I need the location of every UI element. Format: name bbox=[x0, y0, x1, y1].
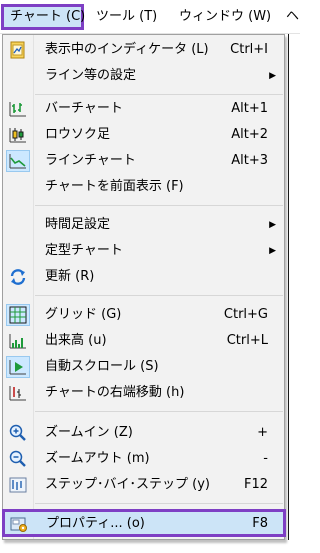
submenu-arrow-icon: ▶ bbox=[269, 71, 276, 81]
submenu-arrow-icon: ▶ bbox=[269, 220, 276, 230]
menu-separator bbox=[35, 295, 283, 296]
menu-item-zoom-out[interactable]: ズームアウト (m) - bbox=[3, 446, 284, 472]
menu-item-properties[interactable]: プロパティ... (o) F8 bbox=[2, 509, 286, 537]
menu-item-label: チャートの右端移動 (h) bbox=[45, 385, 185, 400]
menu-item-label: グリッド (G) bbox=[45, 307, 122, 322]
zoom-out-icon bbox=[9, 450, 26, 467]
menu-item-refresh[interactable]: 更新 (R) bbox=[3, 264, 284, 290]
menubar-help[interactable]: ヘ bbox=[286, 4, 299, 30]
menu-item-shortcut: - bbox=[263, 451, 268, 466]
menu-item-shortcut: Ctrl+I bbox=[230, 42, 268, 57]
menu-item-shortcut: F12 bbox=[243, 477, 268, 492]
menubar-window[interactable]: ウィンドウ (W) bbox=[179, 4, 271, 30]
menu-item-grid[interactable]: グリッド (G) Ctrl+G bbox=[3, 302, 284, 328]
bar-chart-icon bbox=[9, 102, 26, 117]
menu-item-timeframe[interactable]: 時間足設定 ▶ bbox=[3, 212, 284, 238]
menu-item-line-chart[interactable]: ラインチャート Alt+3 bbox=[3, 148, 284, 174]
menu-item-auto-scroll[interactable]: 自動スクロール (S) bbox=[3, 354, 284, 380]
menubar-chart[interactable]: チャート (C) bbox=[1, 4, 85, 30]
chart-shift-icon bbox=[9, 386, 26, 401]
menu-item-label: バーチャート bbox=[45, 101, 123, 116]
auto-scroll-icon bbox=[9, 360, 26, 375]
line-chart-icon bbox=[9, 154, 26, 169]
menubar-tools[interactable]: ツール (T) bbox=[96, 4, 157, 30]
menu-item-shortcut: + bbox=[257, 425, 268, 440]
menu-item-shortcut: Ctrl+L bbox=[226, 333, 268, 348]
chart-menu-dropdown: 表示中のインディケータ (L) Ctrl+I ライン等の設定 ▶ バーチャート … bbox=[2, 34, 286, 540]
menu-item-line-settings[interactable]: ライン等の設定 ▶ bbox=[3, 63, 284, 89]
menu-item-label: 時間足設定 bbox=[45, 217, 111, 232]
menu-item-label: ズームイン (Z) bbox=[45, 425, 133, 440]
menu-item-label: プロパティ... (o) bbox=[46, 516, 145, 531]
menu-item-label: ライン等の設定 bbox=[45, 68, 137, 83]
menu-item-candlestick[interactable]: ロウソク足 Alt+2 bbox=[3, 122, 284, 148]
volume-icon bbox=[9, 334, 26, 349]
menu-bar: チャート (C) ツール (T) ウィンドウ (W) ヘ bbox=[0, 0, 300, 34]
menu-item-label: ズームアウト (m) bbox=[45, 451, 150, 466]
menu-item-step-by-step[interactable]: ステップ･バイ･ステップ (y) F12 bbox=[3, 472, 284, 498]
menu-item-chart-shift[interactable]: チャートの右端移動 (h) bbox=[3, 380, 284, 406]
menu-item-label: 更新 (R) bbox=[45, 269, 95, 284]
menu-item-shortcut: Alt+1 bbox=[231, 101, 268, 116]
menu-item-volume[interactable]: 出来高 (u) Ctrl+L bbox=[3, 328, 284, 354]
grid-icon bbox=[9, 306, 27, 324]
refresh-icon bbox=[10, 269, 26, 285]
indicator-list-icon bbox=[10, 41, 25, 59]
properties-icon bbox=[10, 517, 27, 532]
menu-item-shortcut: F8 bbox=[252, 516, 268, 531]
menu-separator bbox=[35, 94, 283, 95]
background-bottom bbox=[0, 540, 300, 553]
step-by-step-icon bbox=[9, 477, 27, 493]
menu-item-label: ロウソク足 bbox=[45, 127, 111, 142]
menu-separator bbox=[35, 503, 283, 504]
menu-item-label: ラインチャート bbox=[45, 153, 136, 168]
menu-separator bbox=[35, 205, 283, 206]
menu-item-shortcut: Alt+3 bbox=[231, 153, 268, 168]
menu-item-label: ステップ･バイ･ステップ (y) bbox=[45, 477, 210, 492]
menu-item-template[interactable]: 定型チャート ▶ bbox=[3, 238, 284, 264]
menu-item-label: 自動スクロール (S) bbox=[45, 359, 159, 374]
menu-item-label: 定型チャート bbox=[45, 243, 123, 258]
menu-item-bar-chart[interactable]: バーチャート Alt+1 bbox=[3, 96, 284, 122]
candlestick-icon bbox=[9, 128, 26, 143]
menu-item-shortcut: Ctrl+G bbox=[223, 307, 268, 322]
menu-item-label: チャートを前面表示 (F) bbox=[45, 179, 184, 194]
menu-separator bbox=[35, 411, 283, 412]
submenu-arrow-icon: ▶ bbox=[269, 246, 276, 256]
menu-item-label: 表示中のインディケータ (L) bbox=[45, 42, 209, 57]
zoom-in-icon bbox=[9, 424, 26, 441]
menu-item-label: 出来高 (u) bbox=[45, 333, 107, 348]
menu-item-shortcut: Alt+2 bbox=[231, 127, 268, 142]
menu-item-zoom-in[interactable]: ズームイン (Z) + bbox=[3, 420, 284, 446]
menu-item-chart-foreground[interactable]: チャートを前面表示 (F) bbox=[3, 174, 284, 200]
chart-border-line bbox=[288, 34, 289, 553]
menu-item-indicator-list[interactable]: 表示中のインディケータ (L) Ctrl+I bbox=[3, 37, 284, 63]
